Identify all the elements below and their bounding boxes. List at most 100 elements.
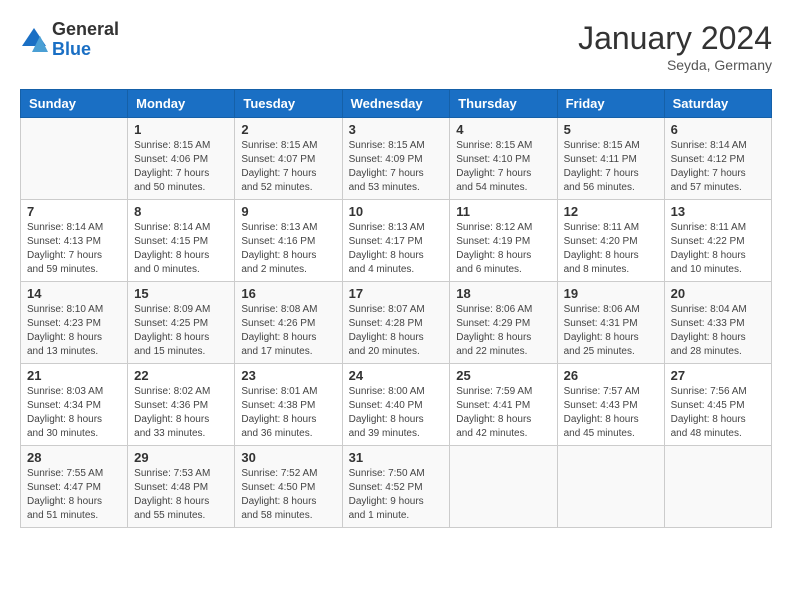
calendar-cell: 24 Sunrise: 8:00 AM Sunset: 4:40 PM Dayli…	[342, 364, 450, 446]
day-number: 3	[349, 122, 444, 137]
weekday-header-tuesday: Tuesday	[235, 90, 342, 118]
calendar-cell: 15 Sunrise: 8:09 AM Sunset: 4:25 PM Dayli…	[128, 282, 235, 364]
calendar-cell: 8Sunrise: 8:14 AM Sunset: 4:15 PM Daylig…	[128, 200, 235, 282]
weekday-header-friday: Friday	[557, 90, 664, 118]
header-row: SundayMondayTuesdayWednesdayThursdayFrid…	[21, 90, 772, 118]
day-info: Sunrise: 8:13 AM Sunset: 4:17 PM Dayligh…	[349, 221, 444, 277]
calendar-cell: 29 Sunrise: 7:53 AM Sunset: 4:48 PM Dayli…	[128, 446, 235, 528]
calendar-week-2: 7 Sunrise: 8:14 AM Sunset: 4:13 PM Daylig…	[21, 200, 772, 282]
calendar-cell: 10 Sunrise: 8:13 AM Sunset: 4:17 PM Dayli…	[342, 200, 450, 282]
day-number: 22	[134, 368, 228, 383]
day-info: Sunrise: 8:14 AM Sunset: 4:13 PM Dayligh…	[27, 221, 121, 277]
day-number: 1	[134, 122, 228, 137]
day-info: Sunrise: 7:53 AM Sunset: 4:48 PM Dayligh…	[134, 467, 228, 523]
day-number: 24	[349, 368, 444, 383]
page-header: General Blue January 2024 Seyda, Germany	[20, 20, 772, 73]
day-number: 25	[456, 368, 550, 383]
day-info: Sunrise: 8:00 AM Sunset: 4:40 PM Dayligh…	[349, 385, 444, 441]
calendar-cell: 20 Sunrise: 8:04 AM Sunset: 4:33 PM Dayli…	[664, 282, 771, 364]
day-number: 2	[241, 122, 335, 137]
day-info: Sunrise: 8:15 AM Sunset: 4:07 PM Dayligh…	[241, 139, 335, 195]
calendar-cell: 7 Sunrise: 8:14 AM Sunset: 4:13 PM Daylig…	[21, 200, 128, 282]
day-number: 8	[134, 204, 228, 219]
day-info: Sunrise: 8:06 AM Sunset: 4:29 PM Dayligh…	[456, 303, 550, 359]
calendar-cell: 19 Sunrise: 8:06 AM Sunset: 4:31 PM Dayli…	[557, 282, 664, 364]
day-number: 28	[27, 450, 121, 465]
day-info: Sunrise: 8:04 AM Sunset: 4:33 PM Dayligh…	[671, 303, 765, 359]
calendar-cell: 3 Sunrise: 8:15 AM Sunset: 4:09 PM Daylig…	[342, 118, 450, 200]
calendar-cell: 25 Sunrise: 7:59 AM Sunset: 4:41 PM Dayli…	[450, 364, 557, 446]
day-number: 15	[134, 286, 228, 301]
day-number: 13	[671, 204, 765, 219]
calendar-table: SundayMondayTuesdayWednesdayThursdayFrid…	[20, 89, 772, 528]
day-number: 17	[349, 286, 444, 301]
day-info: Sunrise: 7:57 AM Sunset: 4:43 PM Dayligh…	[564, 385, 658, 441]
calendar-cell: 5Sunrise: 8:15 AM Sunset: 4:11 PM Daylig…	[557, 118, 664, 200]
title-section: January 2024 Seyda, Germany	[578, 20, 772, 73]
weekday-header-thursday: Thursday	[450, 90, 557, 118]
calendar-cell: 23 Sunrise: 8:01 AM Sunset: 4:38 PM Dayli…	[235, 364, 342, 446]
day-info: Sunrise: 8:03 AM Sunset: 4:34 PM Dayligh…	[27, 385, 121, 441]
day-info: Sunrise: 8:01 AM Sunset: 4:38 PM Dayligh…	[241, 385, 335, 441]
calendar-body: 1 Sunrise: 8:15 AM Sunset: 4:06 PM Daylig…	[21, 118, 772, 528]
calendar-cell	[450, 446, 557, 528]
calendar-week-3: 14Sunrise: 8:10 AM Sunset: 4:23 PM Dayli…	[21, 282, 772, 364]
day-info: Sunrise: 8:12 AM Sunset: 4:19 PM Dayligh…	[456, 221, 550, 277]
day-number: 5	[564, 122, 658, 137]
calendar-cell	[21, 118, 128, 200]
day-info: Sunrise: 8:15 AM Sunset: 4:10 PM Dayligh…	[456, 139, 550, 195]
calendar-cell	[664, 446, 771, 528]
day-number: 10	[349, 204, 444, 219]
calendar-header: SundayMondayTuesdayWednesdayThursdayFrid…	[21, 90, 772, 118]
calendar-cell: 21Sunrise: 8:03 AM Sunset: 4:34 PM Dayli…	[21, 364, 128, 446]
day-info: Sunrise: 8:11 AM Sunset: 4:22 PM Dayligh…	[671, 221, 765, 277]
day-info: Sunrise: 7:52 AM Sunset: 4:50 PM Dayligh…	[241, 467, 335, 523]
weekday-header-monday: Monday	[128, 90, 235, 118]
calendar-cell: 14Sunrise: 8:10 AM Sunset: 4:23 PM Dayli…	[21, 282, 128, 364]
day-info: Sunrise: 7:59 AM Sunset: 4:41 PM Dayligh…	[456, 385, 550, 441]
day-number: 7	[27, 204, 121, 219]
calendar-cell: 22 Sunrise: 8:02 AM Sunset: 4:36 PM Dayli…	[128, 364, 235, 446]
logo-text: General Blue	[52, 20, 119, 60]
day-number: 31	[349, 450, 444, 465]
day-info: Sunrise: 8:10 AM Sunset: 4:23 PM Dayligh…	[27, 303, 121, 359]
day-info: Sunrise: 8:15 AM Sunset: 4:09 PM Dayligh…	[349, 139, 444, 195]
calendar-cell: 16 Sunrise: 8:08 AM Sunset: 4:26 PM Dayli…	[235, 282, 342, 364]
calendar-cell: 4Sunrise: 8:15 AM Sunset: 4:10 PM Daylig…	[450, 118, 557, 200]
logo-icon	[20, 26, 48, 54]
day-info: Sunrise: 8:09 AM Sunset: 4:25 PM Dayligh…	[134, 303, 228, 359]
calendar-cell: 1 Sunrise: 8:15 AM Sunset: 4:06 PM Daylig…	[128, 118, 235, 200]
calendar-cell: 11Sunrise: 8:12 AM Sunset: 4:19 PM Dayli…	[450, 200, 557, 282]
calendar-cell	[557, 446, 664, 528]
weekday-header-sunday: Sunday	[21, 90, 128, 118]
calendar-cell: 12Sunrise: 8:11 AM Sunset: 4:20 PM Dayli…	[557, 200, 664, 282]
day-info: Sunrise: 8:15 AM Sunset: 4:06 PM Dayligh…	[134, 139, 228, 195]
day-info: Sunrise: 8:13 AM Sunset: 4:16 PM Dayligh…	[241, 221, 335, 277]
day-info: Sunrise: 7:56 AM Sunset: 4:45 PM Dayligh…	[671, 385, 765, 441]
calendar-cell: 27Sunrise: 7:56 AM Sunset: 4:45 PM Dayli…	[664, 364, 771, 446]
day-info: Sunrise: 8:06 AM Sunset: 4:31 PM Dayligh…	[564, 303, 658, 359]
day-info: Sunrise: 8:02 AM Sunset: 4:36 PM Dayligh…	[134, 385, 228, 441]
day-info: Sunrise: 8:08 AM Sunset: 4:26 PM Dayligh…	[241, 303, 335, 359]
day-number: 6	[671, 122, 765, 137]
day-number: 16	[241, 286, 335, 301]
calendar-cell: 9Sunrise: 8:13 AM Sunset: 4:16 PM Daylig…	[235, 200, 342, 282]
day-number: 18	[456, 286, 550, 301]
day-number: 20	[671, 286, 765, 301]
day-number: 23	[241, 368, 335, 383]
calendar-week-4: 21Sunrise: 8:03 AM Sunset: 4:34 PM Dayli…	[21, 364, 772, 446]
logo-blue: Blue	[52, 40, 119, 60]
day-number: 19	[564, 286, 658, 301]
day-number: 30	[241, 450, 335, 465]
calendar-cell: 18 Sunrise: 8:06 AM Sunset: 4:29 PM Dayli…	[450, 282, 557, 364]
logo-general: General	[52, 20, 119, 40]
weekday-header-wednesday: Wednesday	[342, 90, 450, 118]
day-info: Sunrise: 8:14 AM Sunset: 4:12 PM Dayligh…	[671, 139, 765, 195]
day-number: 12	[564, 204, 658, 219]
calendar-week-1: 1 Sunrise: 8:15 AM Sunset: 4:06 PM Daylig…	[21, 118, 772, 200]
day-number: 29	[134, 450, 228, 465]
calendar-cell: 28Sunrise: 7:55 AM Sunset: 4:47 PM Dayli…	[21, 446, 128, 528]
logo: General Blue	[20, 20, 119, 60]
day-info: Sunrise: 7:50 AM Sunset: 4:52 PM Dayligh…	[349, 467, 444, 523]
day-info: Sunrise: 8:07 AM Sunset: 4:28 PM Dayligh…	[349, 303, 444, 359]
